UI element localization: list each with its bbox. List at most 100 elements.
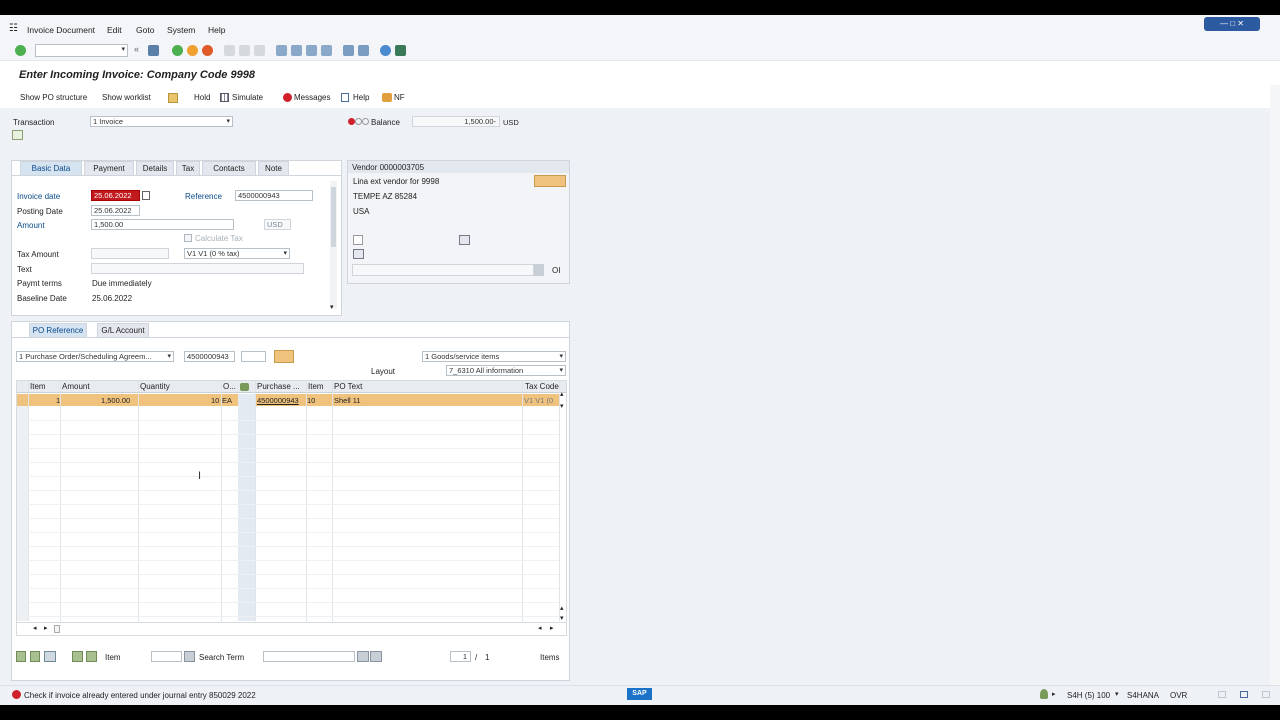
folder-icon[interactable] <box>168 93 178 103</box>
back-icon[interactable] <box>172 45 183 56</box>
calculate-tax-checkbox[interactable] <box>184 234 192 242</box>
show-worklist-button[interactable]: Show worklist <box>102 93 151 102</box>
search-icon[interactable] <box>184 651 195 662</box>
col-amount[interactable]: Amount <box>62 382 90 391</box>
col-po-text[interactable]: PO Text <box>334 382 362 391</box>
col-po-item[interactable]: Item <box>308 382 324 391</box>
scroll-up-icon[interactable]: ▴ <box>560 604 564 612</box>
posting-date-field[interactable]: 25.06.2022 <box>91 205 140 216</box>
help-button[interactable]: Help <box>353 93 369 102</box>
tax-code-select[interactable]: V1 V1 (0 % tax) ▾ <box>184 248 290 259</box>
vendor-edit-icon[interactable] <box>353 235 363 245</box>
first-page-icon[interactable] <box>276 45 287 56</box>
enter-check-icon[interactable] <box>15 45 26 56</box>
expand-icon[interactable] <box>12 130 23 140</box>
transaction-select[interactable]: 1 Invoice ▾ <box>90 116 233 127</box>
help-icon[interactable] <box>380 45 391 56</box>
items-type-select[interactable]: 1 Goods/service items ▾ <box>422 351 566 362</box>
calendar-icon[interactable] <box>142 191 150 200</box>
menu-system[interactable]: System <box>167 25 195 35</box>
shortcut-icon[interactable] <box>358 45 369 56</box>
filter-rows-icon[interactable] <box>86 651 97 662</box>
save-icon[interactable] <box>148 45 159 56</box>
show-po-structure-button[interactable]: Show PO structure <box>20 93 87 102</box>
open-items-label[interactable]: OI <box>552 266 560 275</box>
table-row[interactable]: 1 1,500.00 10 EA 4500000943 10 Shell 11 … <box>17 394 559 406</box>
vendor-display-icon[interactable] <box>459 235 470 245</box>
filter-icon[interactable] <box>240 383 249 391</box>
col-item[interactable]: Item <box>30 382 46 391</box>
scroll-right-icon[interactable]: ▸ <box>550 624 554 632</box>
scroll-right-icon[interactable]: ▸ <box>44 624 48 632</box>
new-session-icon[interactable] <box>343 45 354 56</box>
tab-tax[interactable]: Tax <box>176 161 200 175</box>
nf-button[interactable]: NF <box>394 93 405 102</box>
menu-goto[interactable]: Goto <box>136 25 154 35</box>
text-field[interactable] <box>91 263 304 274</box>
menu-help[interactable]: Help <box>208 25 225 35</box>
tab-contacts[interactable]: Contacts <box>202 161 256 175</box>
print-icon[interactable] <box>224 45 235 56</box>
open-items-icon[interactable] <box>534 264 544 276</box>
reference-type-select[interactable]: 1 Purchase Order/Scheduling Agreem... ▾ <box>16 351 174 362</box>
col-order-unit[interactable]: O... <box>223 382 236 391</box>
menu-edit[interactable]: Edit <box>107 25 122 35</box>
find-next-icon[interactable] <box>370 651 382 662</box>
vendor-field[interactable] <box>352 264 534 276</box>
col-tax-code[interactable]: Tax Code <box>525 382 559 391</box>
scroll-down-icon[interactable]: ▾ <box>330 303 334 311</box>
tab-details[interactable]: Details <box>136 161 174 175</box>
scroll-up-icon[interactable]: ▴ <box>560 390 564 398</box>
page-current-field[interactable]: 1 <box>450 651 471 662</box>
refresh-icon[interactable] <box>44 651 56 662</box>
next-page-icon[interactable] <box>306 45 317 56</box>
sort-icon[interactable] <box>72 651 83 662</box>
resize-icon[interactable] <box>1218 691 1226 698</box>
exit-icon[interactable] <box>187 45 198 56</box>
cancel-icon[interactable] <box>202 45 213 56</box>
po-item-field[interactable] <box>241 351 266 362</box>
tab-gl-account[interactable]: G/L Account <box>97 323 149 337</box>
expand-status-icon[interactable]: ▸ <box>1052 690 1056 698</box>
tax-amount-field[interactable] <box>91 248 169 259</box>
menu-invoice-document[interactable]: Invoice Document <box>27 25 95 35</box>
cell-purchase-order[interactable]: 4500000943 <box>257 396 299 405</box>
lightbulb-icon[interactable] <box>1040 689 1048 699</box>
invoice-date-field[interactable]: 25.06.2022 <box>91 190 140 201</box>
col-quantity[interactable]: Quantity <box>140 382 170 391</box>
horizontal-scrollbar[interactable]: ◂ ▸ ◂ ▸ <box>17 622 566 635</box>
simulate-button[interactable]: Simulate <box>232 93 263 102</box>
page-scrollbar[interactable] <box>1270 85 1280 685</box>
vendor-detail-icon[interactable] <box>534 175 566 187</box>
chevron-down-icon[interactable]: ▾ <box>1115 690 1119 698</box>
status-message[interactable]: Check if invoice already entered under j… <box>24 691 256 700</box>
find-icon[interactable] <box>239 45 250 56</box>
messages-button[interactable]: Messages <box>294 93 330 102</box>
menu-icon[interactable]: ☷ <box>9 23 18 34</box>
scroll-down-icon[interactable]: ▾ <box>560 402 564 410</box>
window-icon[interactable] <box>1240 691 1248 698</box>
currency-field[interactable]: USD <box>264 219 291 230</box>
item-search-field[interactable] <box>151 651 182 662</box>
tab-basic-data[interactable]: Basic Data <box>20 161 82 175</box>
scroll-down-icon[interactable]: ▾ <box>560 614 564 622</box>
po-number-field[interactable]: 4500000943 <box>184 351 235 362</box>
tab-payment[interactable]: Payment <box>84 161 134 175</box>
deselect-all-icon[interactable] <box>30 651 40 662</box>
amount-field[interactable]: 1,500.00 <box>91 219 234 230</box>
window-controls[interactable]: — □ ✕ <box>1204 17 1260 31</box>
last-page-icon[interactable] <box>321 45 332 56</box>
panel-scrollbar[interactable]: ▾ <box>330 181 337 311</box>
tab-po-reference[interactable]: PO Reference <box>29 323 87 337</box>
layout-icon[interactable] <box>395 45 406 56</box>
collapse-icon[interactable]: « <box>134 44 145 55</box>
transfer-icon[interactable] <box>274 350 294 363</box>
command-field[interactable]: ▾ <box>35 44 128 57</box>
tab-note[interactable]: Note <box>258 161 289 175</box>
layout-select[interactable]: 7_6310 All information ▾ <box>446 365 566 376</box>
find-icon[interactable] <box>357 651 369 662</box>
bank-icon[interactable] <box>353 249 364 259</box>
reference-field[interactable]: 4500000943 <box>235 190 313 201</box>
previous-page-icon[interactable] <box>291 45 302 56</box>
scroll-left-icon[interactable]: ◂ <box>33 624 37 632</box>
